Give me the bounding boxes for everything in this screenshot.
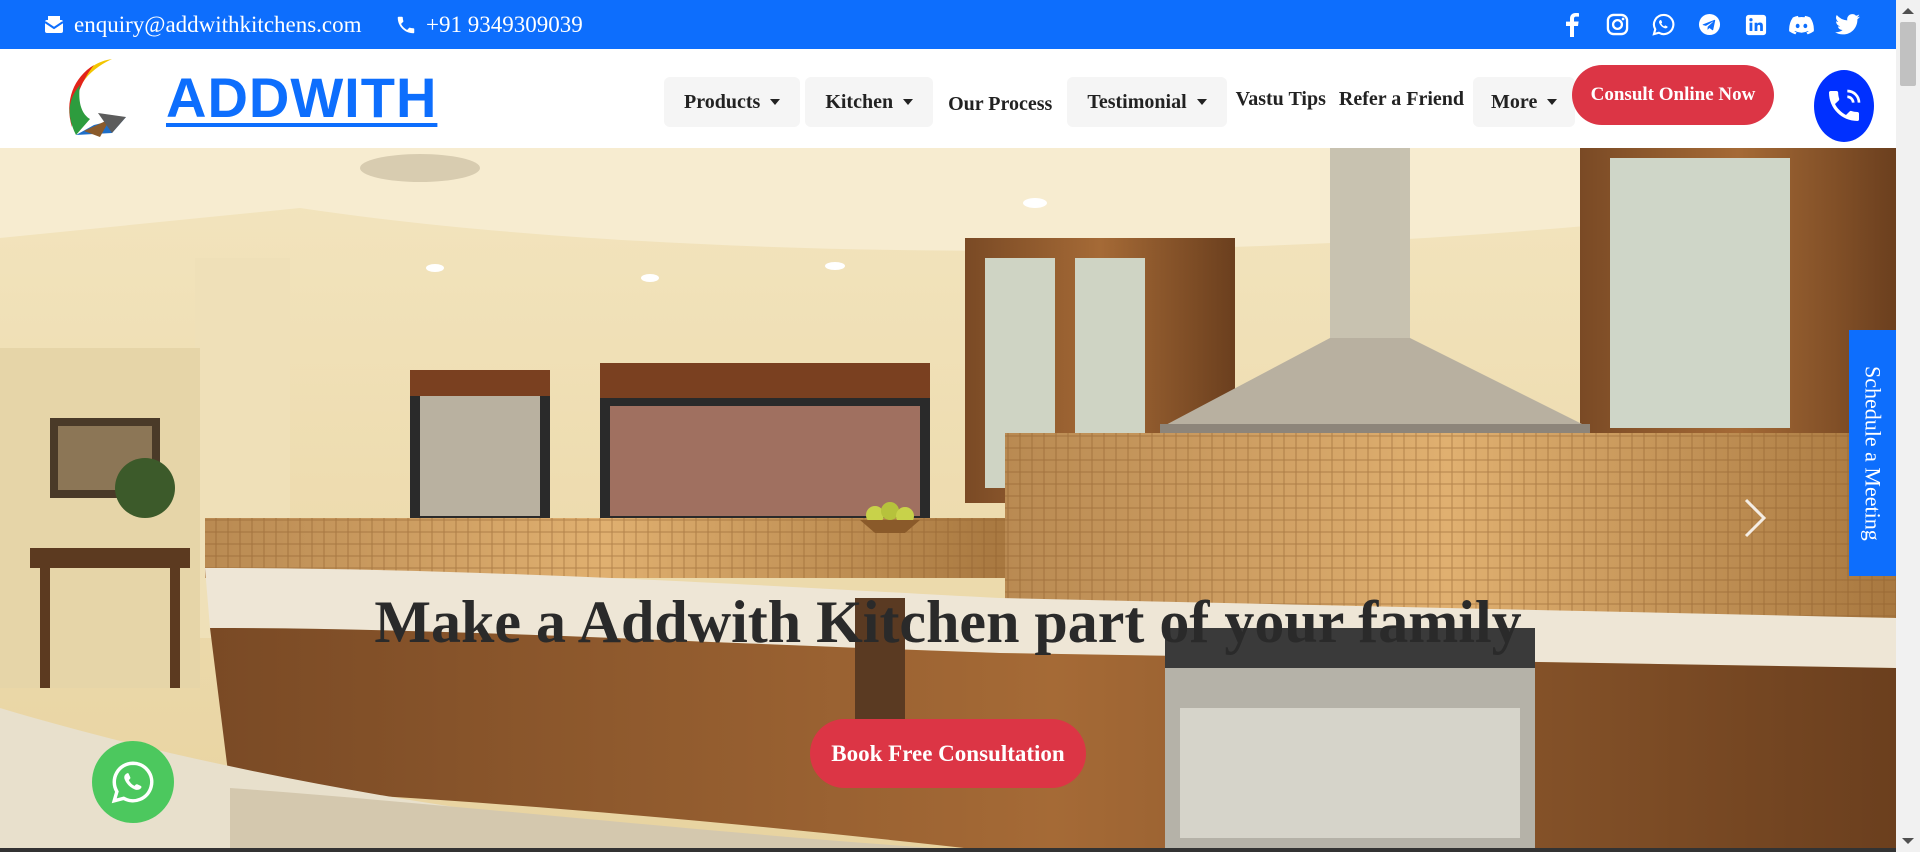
caret-down-icon: [1547, 99, 1558, 105]
book-free-consultation-button[interactable]: Book Free Consultation: [810, 719, 1086, 788]
nav-item-label: Vastu Tips: [1235, 87, 1326, 110]
nav-item-refer-a-friend[interactable]: Refer a Friend: [1335, 77, 1468, 127]
nav-item-label: Testimonial: [1087, 90, 1187, 113]
phone-link[interactable]: +91 9349309039: [394, 0, 583, 49]
email-text: enquiry@addwithkitchens.com: [74, 11, 362, 37]
phone-call-icon: [1829, 89, 1861, 121]
caret-down-icon: [903, 99, 914, 105]
schedule-meeting-label: Schedule a Meeting: [1860, 365, 1886, 541]
hero-carousel: Make a Addwith Kitchen part of your fami…: [0, 148, 1896, 852]
caret-down-icon: [770, 99, 781, 105]
call-button[interactable]: [1814, 70, 1874, 142]
scroll-up-icon[interactable]: [1902, 8, 1914, 14]
scrollbar-thumb[interactable]: [1900, 22, 1916, 86]
hero-title: Make a Addwith Kitchen part of your fami…: [374, 589, 1522, 655]
linkedin-icon[interactable]: [1743, 12, 1768, 37]
mail-icon: [42, 13, 66, 37]
email-link[interactable]: enquiry@addwithkitchens.com: [42, 0, 362, 49]
consult-online-button[interactable]: Consult Online Now: [1572, 65, 1774, 125]
nav-item-label: Kitchen: [825, 90, 894, 113]
phone-icon: [394, 13, 418, 37]
whatsapp-icon[interactable]: [1651, 12, 1676, 37]
instagram-icon[interactable]: [1605, 12, 1630, 37]
nav-item-products[interactable]: Products: [664, 77, 801, 127]
nav-item-label: Products: [684, 90, 761, 113]
nav-item-our-process[interactable]: Our Process: [938, 77, 1062, 127]
whatsapp-chat-icon: [111, 761, 154, 804]
main-navbar: ADDWITH Products Kitchen Our Process Tes…: [0, 49, 1896, 148]
page-bottom-divider: [0, 848, 1896, 852]
nav-item-more[interactable]: More: [1473, 77, 1576, 127]
scroll-down-icon[interactable]: [1902, 838, 1914, 844]
social-links: [1559, 0, 1860, 49]
nav-item-vastu-tips[interactable]: Vastu Tips: [1232, 77, 1330, 127]
nav-item-label: Refer a Friend: [1338, 87, 1465, 110]
facebook-icon[interactable]: [1559, 12, 1584, 37]
twitter-icon[interactable]: [1835, 12, 1860, 37]
brand-logo-icon[interactable]: [54, 55, 134, 141]
schedule-meeting-tab[interactable]: Schedule a Meeting: [1849, 330, 1896, 576]
nav-menu: Products Kitchen Our Process Testimonial…: [664, 77, 1576, 127]
nav-item-kitchen[interactable]: Kitchen: [805, 77, 934, 127]
discord-icon[interactable]: [1789, 12, 1814, 37]
top-contact-bar: enquiry@addwithkitchens.com +91 93493090…: [0, 0, 1896, 49]
vertical-scrollbar[interactable]: [1896, 0, 1920, 852]
whatsapp-chat-button[interactable]: [92, 741, 174, 823]
telegram-icon[interactable]: [1697, 12, 1722, 37]
phone-text: +91 9349309039: [426, 11, 583, 37]
nav-item-label: More: [1491, 90, 1538, 113]
carousel-next-icon[interactable]: [1738, 494, 1770, 542]
nav-item-testimonial[interactable]: Testimonial: [1067, 77, 1227, 127]
brand-name[interactable]: ADDWITH: [166, 65, 437, 130]
caret-down-icon: [1196, 99, 1207, 105]
nav-item-label: Our Process: [948, 92, 1053, 115]
